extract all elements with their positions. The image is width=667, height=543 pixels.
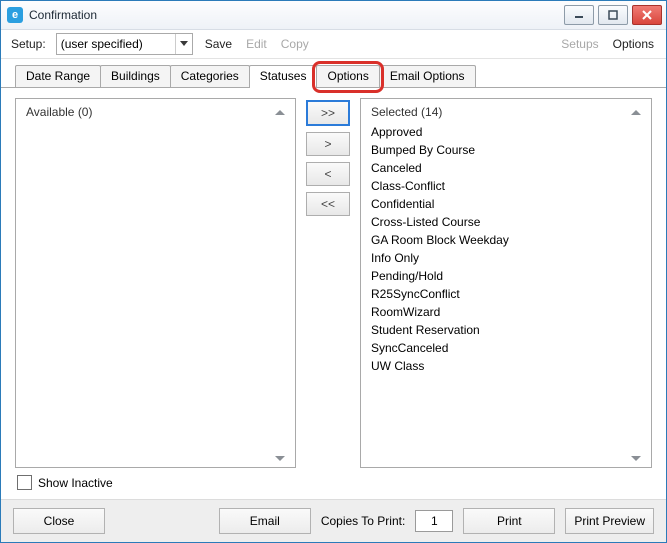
tab-buildings[interactable]: Buildings [100, 65, 171, 87]
list-item[interactable]: Confidential [371, 195, 641, 213]
options-button[interactable]: Options [611, 35, 656, 53]
list-item[interactable]: RoomWizard [371, 303, 641, 321]
tab-email-options[interactable]: Email Options [379, 65, 476, 87]
selected-label: Selected (14) [371, 105, 442, 119]
selected-listbox[interactable]: Selected (14) ApprovedBumped By CourseCa… [360, 98, 652, 468]
list-item[interactable]: Approved [371, 123, 641, 141]
move-all-left-button[interactable]: << [306, 192, 350, 216]
list-item[interactable]: GA Room Block Weekday [371, 231, 641, 249]
edit-button[interactable]: Edit [244, 35, 269, 53]
list-item[interactable]: SyncCanceled [371, 339, 641, 357]
print-button[interactable]: Print [463, 508, 555, 534]
list-item[interactable]: Bumped By Course [371, 141, 641, 159]
window-title: Confirmation [29, 8, 97, 22]
move-all-right-button[interactable]: >> [306, 100, 350, 126]
list-item[interactable]: Class-Conflict [371, 177, 641, 195]
minimize-button[interactable] [564, 5, 594, 25]
chevron-down-icon [175, 34, 192, 54]
titlebar: e Confirmation [1, 1, 666, 30]
copies-label: Copies To Print: [321, 514, 406, 528]
scroll-down-icon[interactable] [631, 456, 641, 461]
list-item[interactable]: Canceled [371, 159, 641, 177]
close-window-button[interactable] [632, 5, 662, 25]
tab-statuses[interactable]: Statuses [249, 65, 318, 87]
tab-date-range[interactable]: Date Range [15, 65, 101, 87]
toolbar: Setup: (user specified) Save Edit Copy S… [1, 30, 666, 59]
list-item[interactable]: Cross-Listed Course [371, 213, 641, 231]
scroll-up-icon[interactable] [631, 110, 641, 115]
tab-categories[interactable]: Categories [170, 65, 250, 87]
selected-list-body: ApprovedBumped By CourseCanceledClass-Co… [361, 123, 651, 456]
tab-content: Available (0) >> > < << Selected (14) [1, 88, 666, 496]
move-buttons: >> > < << [306, 98, 350, 468]
setups-button[interactable]: Setups [559, 35, 600, 53]
show-inactive-checkbox[interactable] [17, 475, 32, 490]
available-list-body [16, 123, 295, 456]
list-item[interactable]: R25SyncConflict [371, 285, 641, 303]
maximize-button[interactable] [598, 5, 628, 25]
scroll-down-icon[interactable] [275, 456, 285, 461]
app-icon: e [7, 7, 23, 23]
show-inactive-row: Show Inactive [17, 475, 113, 490]
available-listbox[interactable]: Available (0) [15, 98, 296, 468]
list-item[interactable]: UW Class [371, 357, 641, 375]
email-button[interactable]: Email [219, 508, 311, 534]
copies-input[interactable]: 1 [415, 510, 453, 532]
print-preview-button[interactable]: Print Preview [565, 508, 654, 534]
setup-select-value: (user specified) [57, 37, 175, 51]
list-item[interactable]: Pending/Hold [371, 267, 641, 285]
scroll-up-icon[interactable] [275, 110, 285, 115]
footer: Close Email Copies To Print: 1 Print Pri… [1, 499, 666, 542]
setup-label: Setup: [11, 37, 46, 51]
show-inactive-label: Show Inactive [38, 476, 113, 490]
move-right-button[interactable]: > [306, 132, 350, 156]
copy-button[interactable]: Copy [279, 35, 311, 53]
tabstrip: Date Range Buildings Categories Statuses… [1, 63, 666, 88]
list-item[interactable]: Info Only [371, 249, 641, 267]
list-item[interactable]: Student Reservation [371, 321, 641, 339]
move-left-button[interactable]: < [306, 162, 350, 186]
save-button[interactable]: Save [203, 35, 234, 53]
tab-options[interactable]: Options [316, 65, 379, 87]
setup-select[interactable]: (user specified) [56, 33, 193, 55]
available-label: Available (0) [26, 105, 92, 119]
close-button[interactable]: Close [13, 508, 105, 534]
